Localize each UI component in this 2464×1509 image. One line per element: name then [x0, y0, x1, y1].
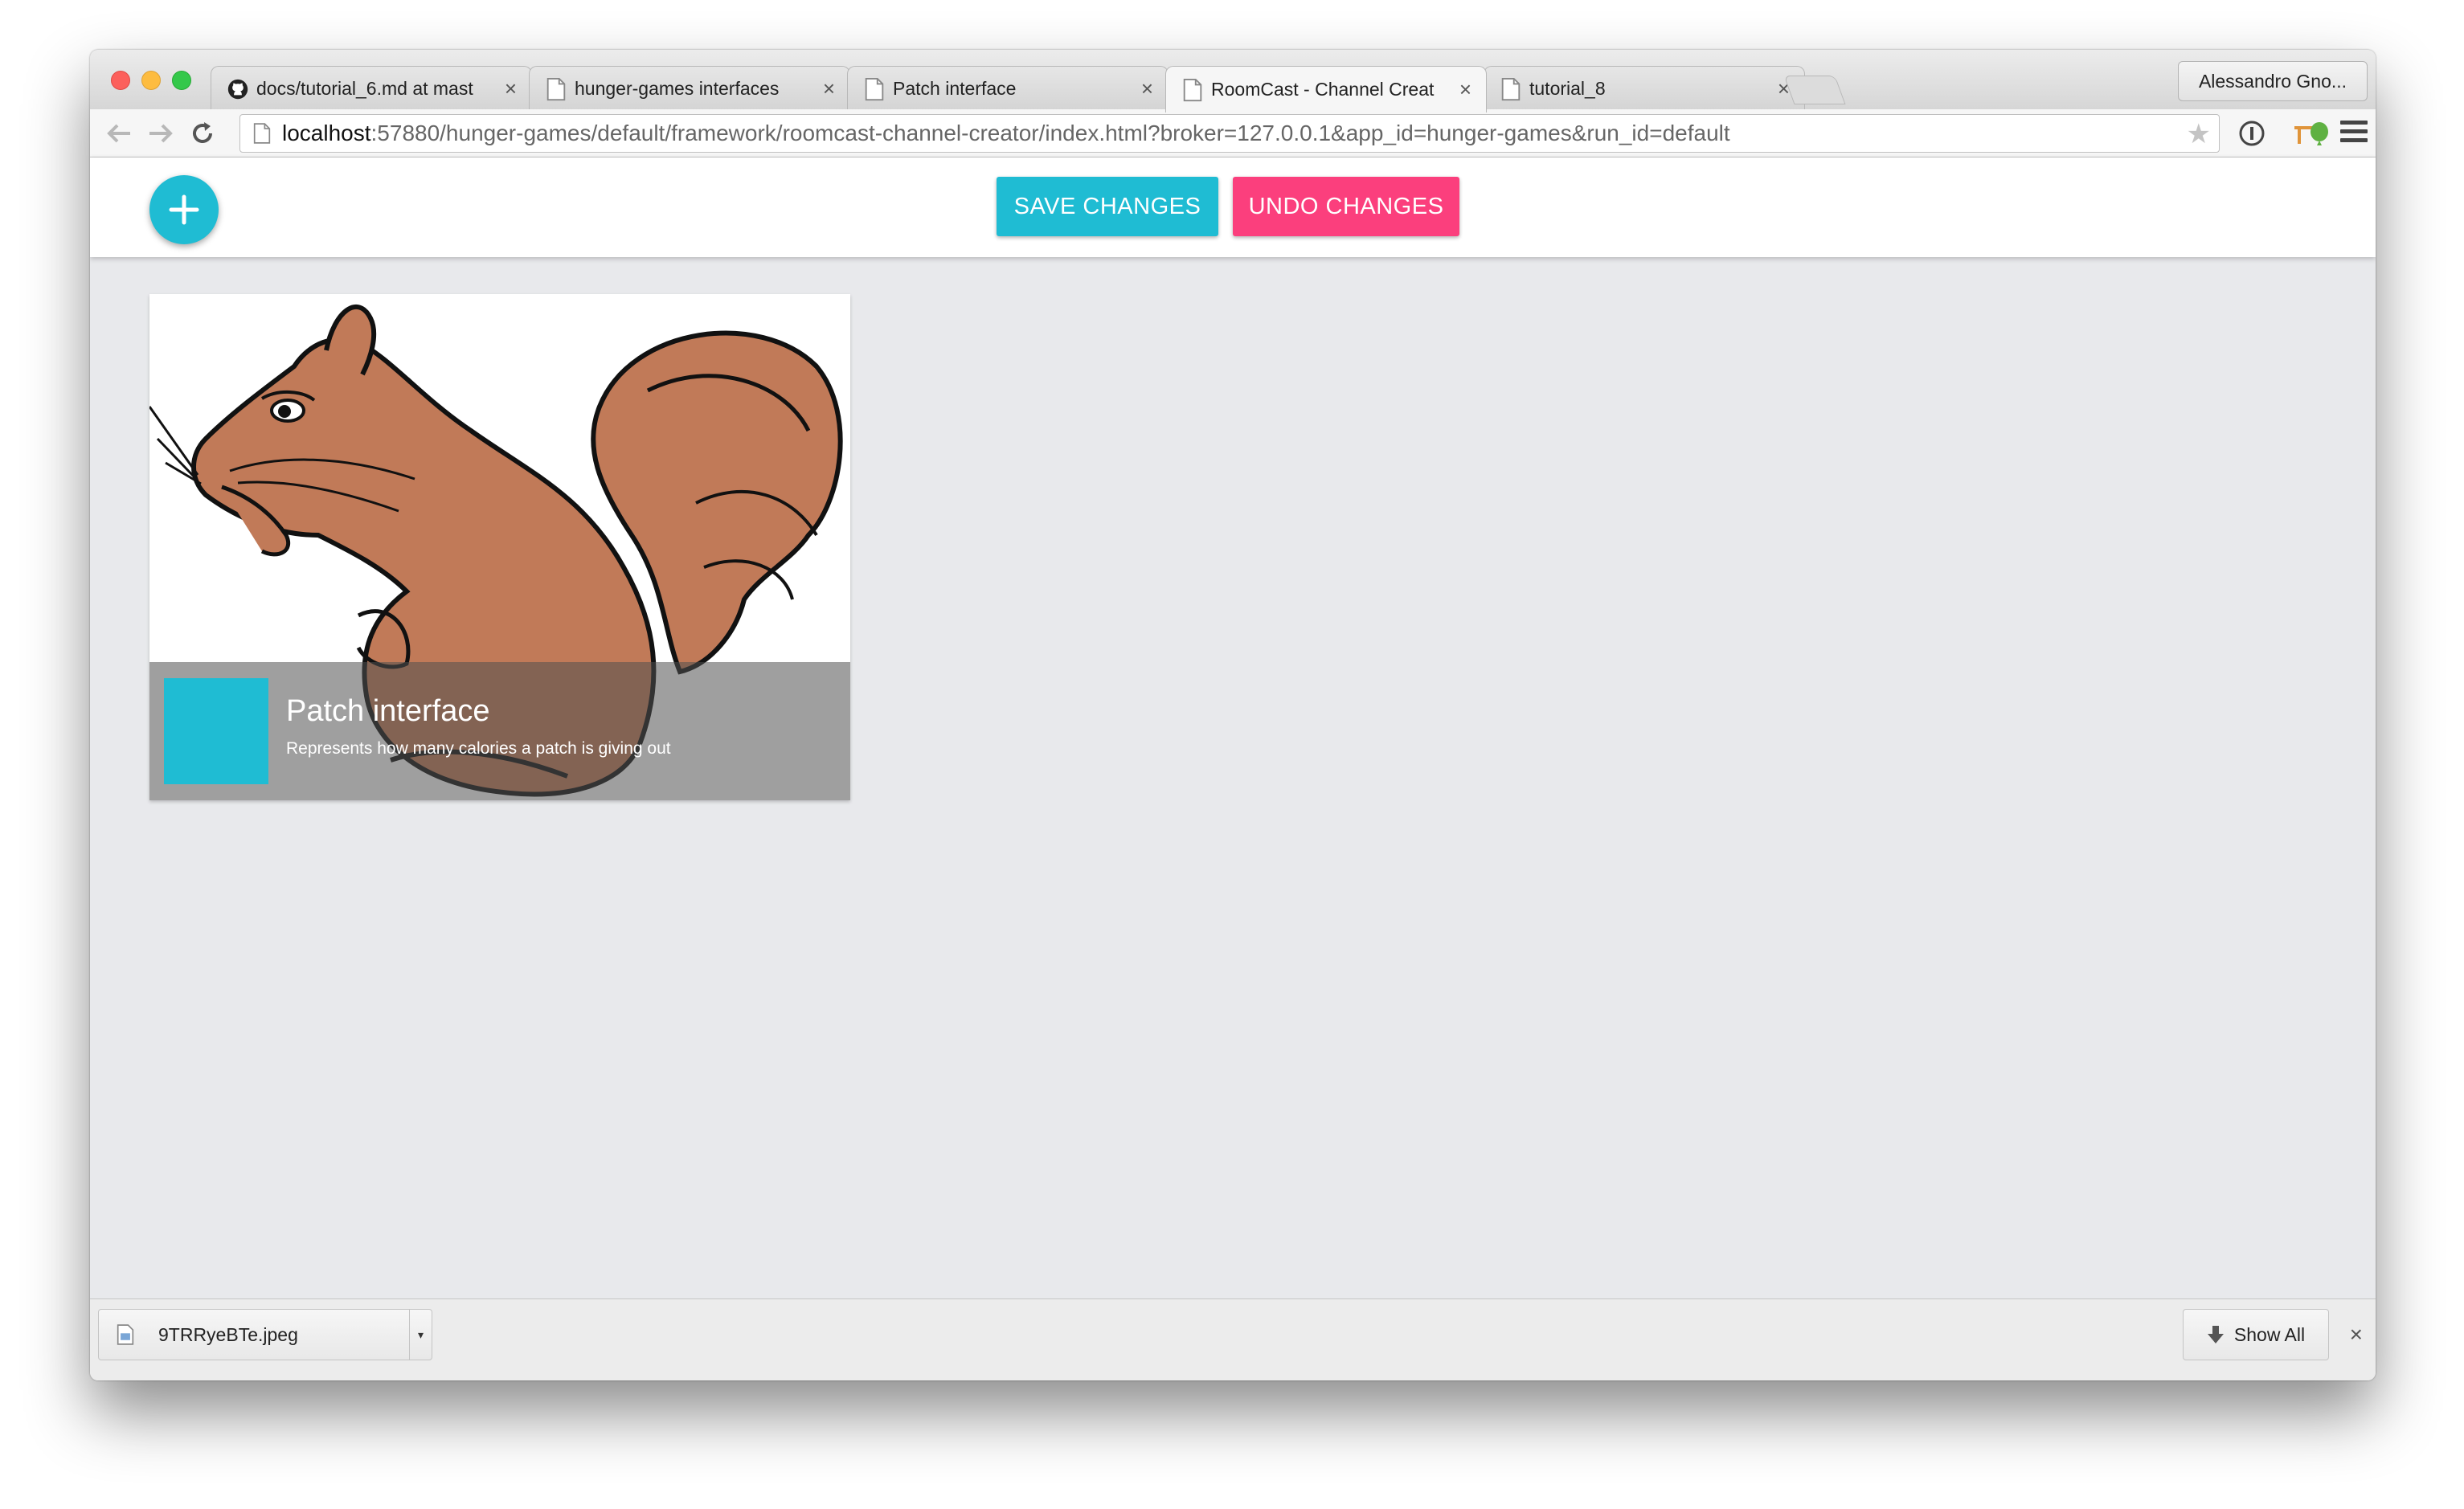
profile-button[interactable]: Alessandro Gno...	[2178, 61, 2368, 101]
page-icon	[253, 123, 271, 144]
new-tab-button[interactable]	[1783, 76, 1846, 104]
tab-strip: docs/tutorial_6.md at mast × hunger-game…	[90, 50, 2376, 112]
show-all-downloads-button[interactable]: Show All	[2183, 1309, 2329, 1360]
page-icon	[1501, 77, 1521, 100]
close-window-button[interactable]	[111, 71, 130, 90]
app-header: SAVE CHANGES UNDO CHANGES	[90, 157, 2376, 257]
browser-toolbar: localhost:57880/hunger-games/default/fra…	[90, 109, 2376, 157]
github-icon	[227, 79, 248, 99]
url-path: :57880/hunger-games/default/framework/ro…	[370, 121, 1730, 145]
close-icon[interactable]: ×	[505, 76, 517, 101]
tab-hunger-games-interfaces[interactable]: hunger-games interfaces ×	[529, 66, 850, 111]
save-changes-button[interactable]: SAVE CHANGES	[997, 177, 1218, 236]
card-title: Patch interface	[286, 694, 490, 728]
show-all-label: Show All	[2233, 1323, 2306, 1345]
download-shelf: 9TRRyeBTe.jpeg ▾ Show All ×	[90, 1298, 2376, 1380]
address-bar[interactable]: localhost:57880/hunger-games/default/fra…	[239, 114, 2220, 153]
zoom-window-button[interactable]	[172, 71, 191, 90]
close-icon[interactable]: ×	[1141, 76, 1153, 101]
forward-button[interactable]	[143, 116, 178, 151]
page-icon	[546, 77, 566, 100]
tab-title: Patch interface	[893, 78, 1017, 99]
interface-card[interactable]: Patch interface Represents how many calo…	[149, 294, 850, 800]
add-button[interactable]	[149, 175, 219, 244]
close-icon[interactable]: ×	[1459, 77, 1471, 102]
tab-title: hunger-games interfaces	[575, 78, 780, 99]
download-icon	[2207, 1326, 2224, 1343]
tab-patch-interface[interactable]: Patch interface ×	[847, 66, 1169, 111]
tab-roomcast-channel-creator[interactable]: RoomCast - Channel Creat ×	[1165, 66, 1487, 112]
card-caption: Patch interface Represents how many calo…	[149, 662, 850, 800]
card-description: Represents how many calories a patch is …	[286, 739, 671, 758]
undo-changes-button[interactable]: UNDO CHANGES	[1233, 177, 1459, 236]
plus-icon	[169, 194, 199, 225]
reload-icon	[193, 122, 212, 143]
evernote-extension-icon[interactable]	[2305, 119, 2334, 148]
page-icon	[1183, 78, 1202, 101]
arrow-left-icon	[107, 124, 130, 143]
browser-window: docs/tutorial_6.md at mast × hunger-game…	[90, 50, 2376, 1380]
tab-tutorial-8[interactable]: tutorial_8 ×	[1484, 66, 1805, 111]
download-item[interactable]: 9TRRyeBTe.jpeg ▾	[98, 1309, 432, 1360]
color-swatch	[164, 678, 268, 784]
tab-github-docs[interactable]: docs/tutorial_6.md at mast ×	[211, 66, 532, 111]
tab-title: tutorial_8	[1529, 78, 1606, 99]
minimize-window-button[interactable]	[141, 71, 161, 90]
url-text: localhost:57880/hunger-games/default/fra…	[282, 121, 1730, 146]
page-icon	[865, 77, 884, 100]
back-button[interactable]	[101, 116, 137, 151]
chevron-down-icon[interactable]: ▾	[409, 1310, 432, 1360]
close-icon[interactable]: ×	[2350, 1322, 2363, 1347]
arrow-right-icon	[149, 124, 173, 143]
download-file-name: 9TRRyeBTe.jpeg	[158, 1323, 298, 1345]
image-file-icon	[117, 1324, 134, 1345]
tab-title: docs/tutorial_6.md at mast	[256, 78, 473, 99]
reload-button[interactable]	[185, 116, 220, 151]
tab-title: RoomCast - Channel Creat	[1211, 79, 1435, 100]
close-icon[interactable]: ×	[823, 76, 835, 101]
hamburger-menu-icon[interactable]	[2340, 121, 2368, 145]
url-host: localhost	[282, 121, 371, 145]
bookmark-star-icon[interactable]: ★	[2187, 118, 2211, 150]
password-manager-extension-icon[interactable]	[2237, 119, 2266, 148]
